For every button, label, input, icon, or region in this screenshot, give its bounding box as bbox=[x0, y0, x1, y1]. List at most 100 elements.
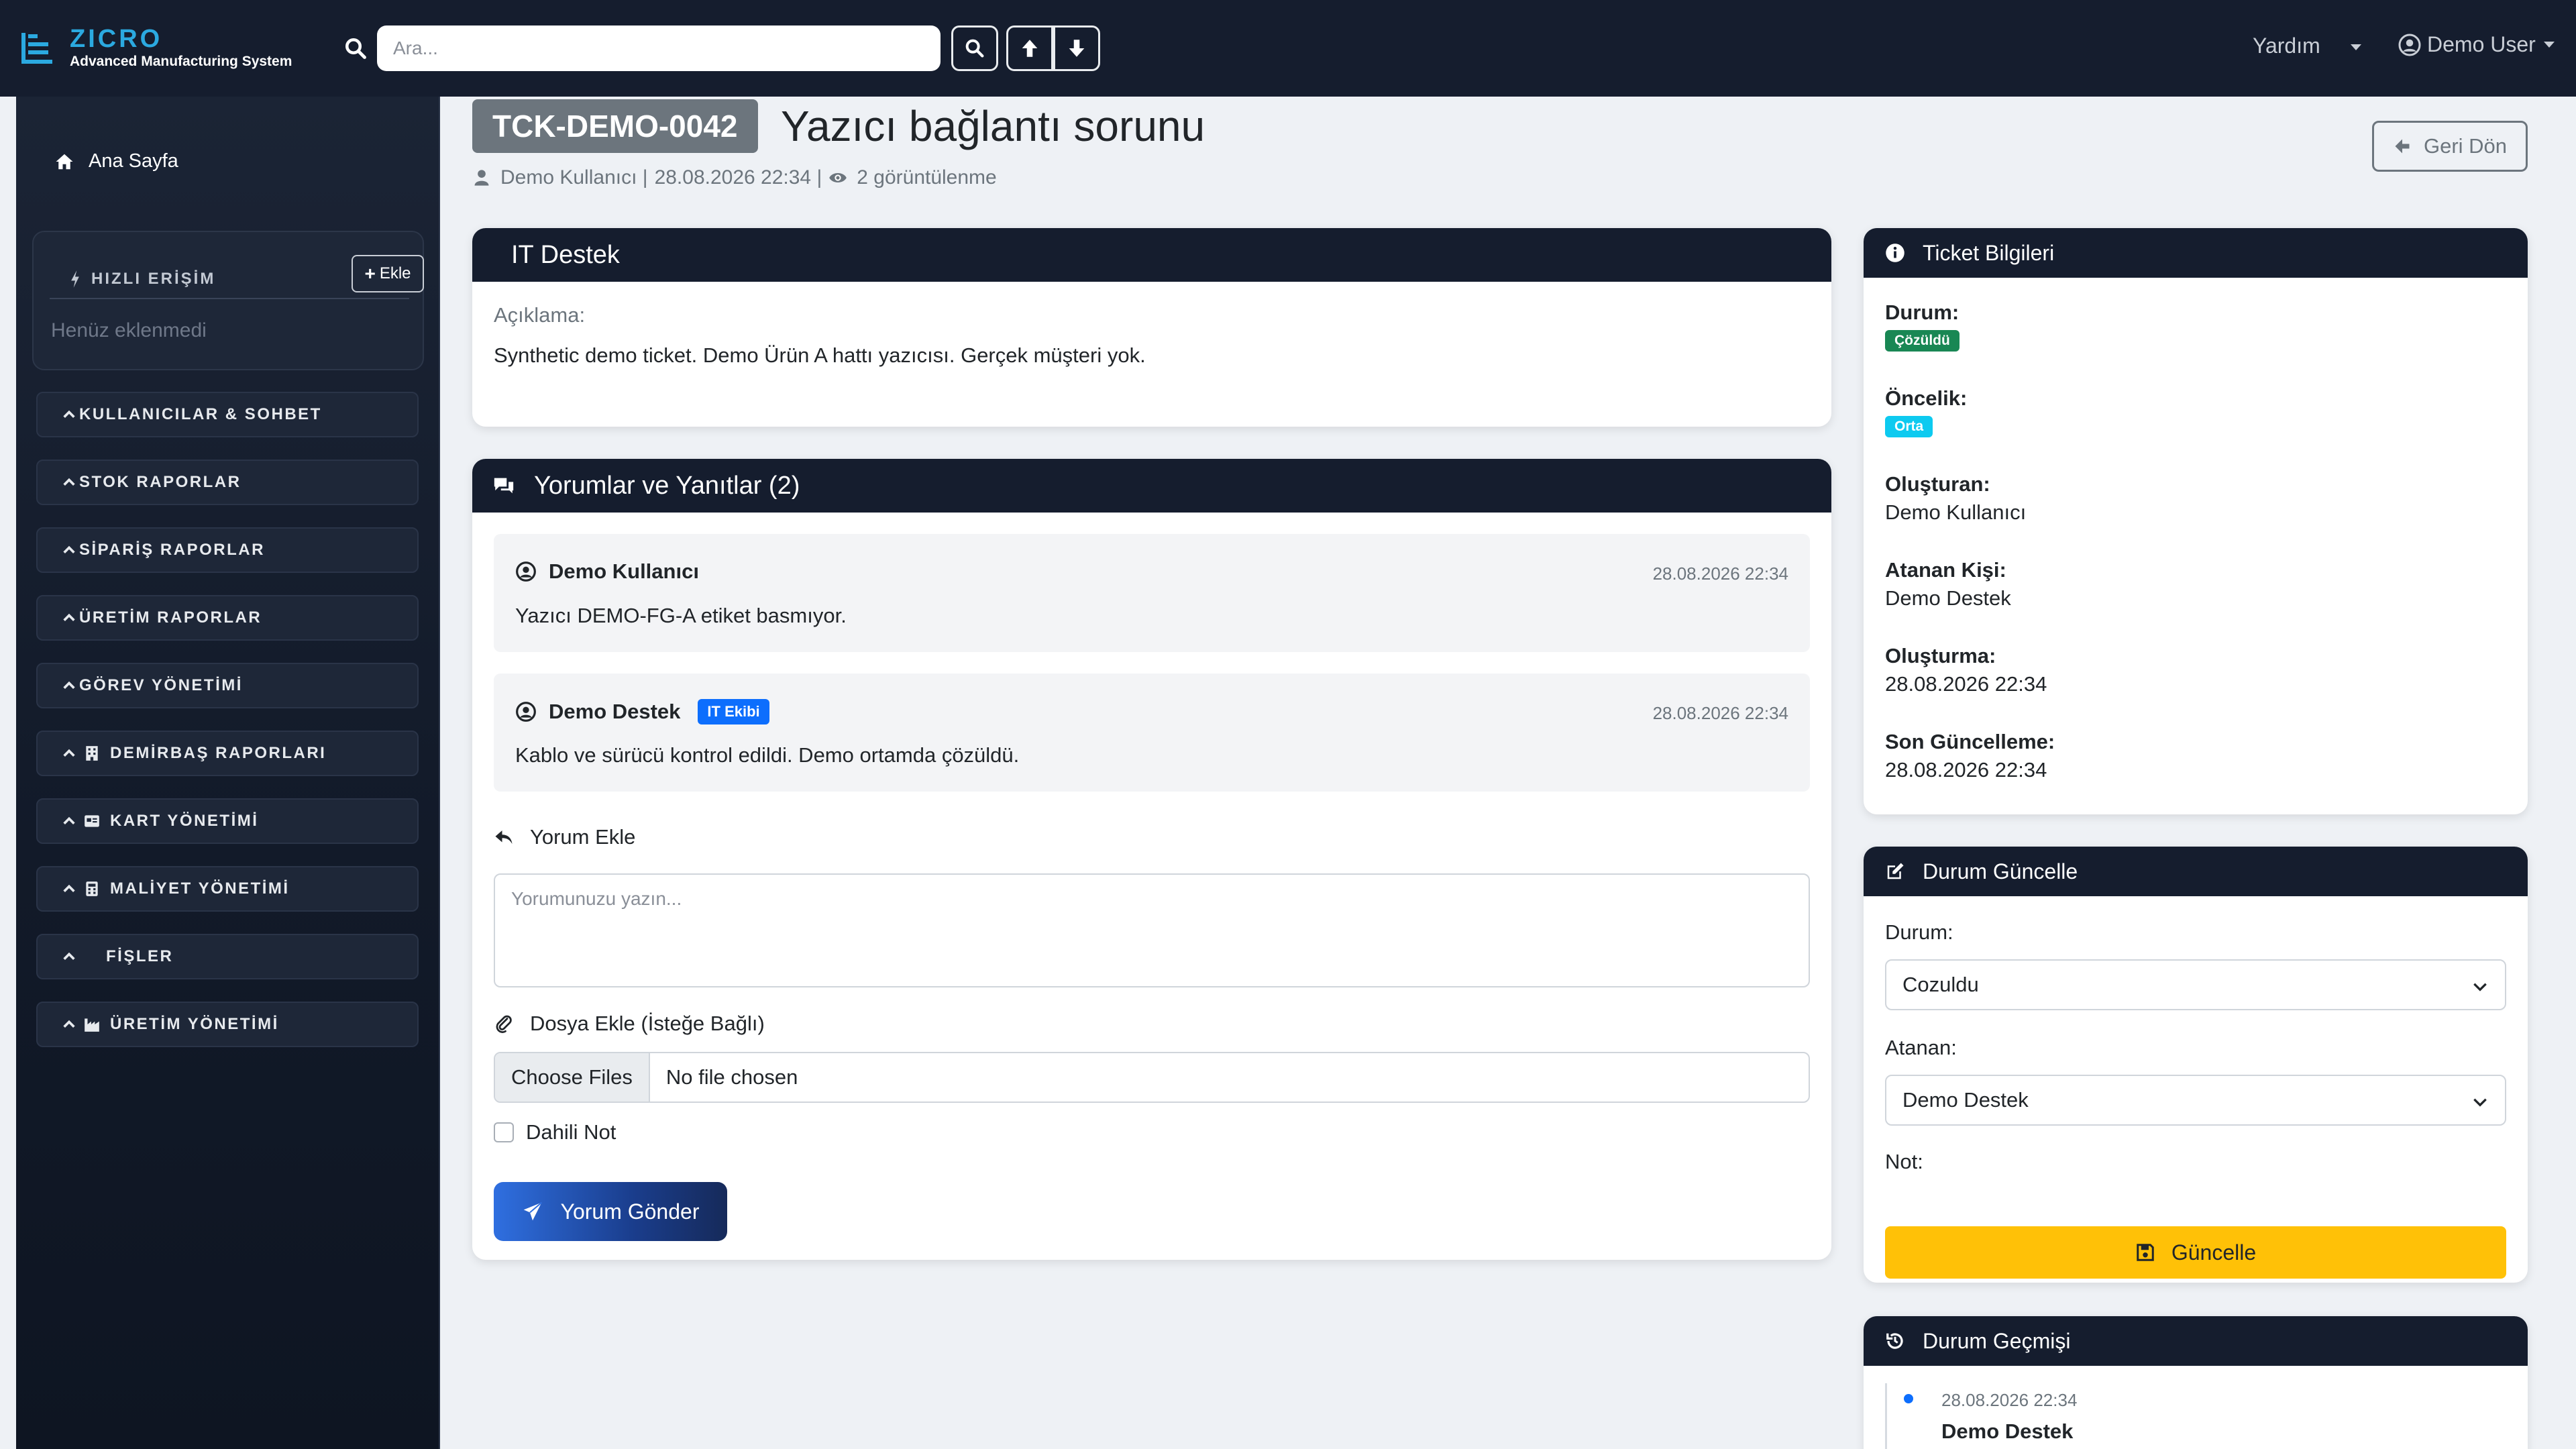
search-prev-button[interactable] bbox=[1006, 25, 1053, 71]
card-header-title: Yorumlar ve Yanıtlar (2) bbox=[534, 471, 800, 500]
ticket-views: 2 görüntülenme bbox=[857, 166, 997, 189]
info-creator: Oluşturan: Demo Kullanıcı bbox=[1885, 472, 2026, 525]
user-menu[interactable]: Demo User bbox=[2398, 32, 2555, 57]
quick-access-add-label: Ekle bbox=[379, 264, 411, 282]
sidebar-item-task-management[interactable]: GÖREV YÖNETİMİ bbox=[36, 663, 419, 708]
eye-icon bbox=[829, 173, 847, 182]
logo-icon bbox=[21, 33, 52, 64]
comments-card: Yorumlar ve Yanıtlar (2) Demo Kullanıcı … bbox=[472, 459, 1831, 1260]
calculator-icon bbox=[86, 881, 98, 896]
card-header-title: Ticket Bilgileri bbox=[1923, 240, 2055, 265]
team-badge: IT Ekibi bbox=[698, 699, 769, 724]
add-comment-title: Yorum Ekle bbox=[494, 825, 635, 849]
description-label: Açıklama: bbox=[494, 303, 586, 327]
back-button[interactable]: Geri Dön bbox=[2372, 121, 2528, 172]
save-icon bbox=[2137, 1244, 2154, 1261]
info-created: Oluşturma: 28.08.2026 22:34 bbox=[1885, 644, 2047, 696]
info-updated: Son Güncelleme: 28.08.2026 22:34 bbox=[1885, 730, 2055, 782]
info-circle-icon bbox=[1886, 244, 1904, 262]
status-badge: Çözüldü bbox=[1885, 330, 1960, 352]
sidebar-item-receipts[interactable]: FİŞLER bbox=[36, 934, 419, 979]
user-caret-icon bbox=[2543, 42, 2555, 48]
sidebar-item-order-reports[interactable]: SİPARİŞ RAPORLAR bbox=[36, 527, 419, 573]
comment-date: 28.08.2026 22:34 bbox=[1652, 703, 1788, 723]
checkbox[interactable] bbox=[494, 1122, 514, 1142]
sidebar-item-users-chat[interactable]: KULLANICILAR & SOHBET bbox=[36, 392, 419, 437]
chevron-up-icon bbox=[63, 749, 75, 757]
quick-access-empty: Henüz eklenmedi bbox=[51, 319, 207, 341]
quick-access-panel: HIZLI ERİŞİM + Ekle Henüz eklenmedi bbox=[32, 231, 424, 370]
sidebar-item-production-reports[interactable]: ÜRETİM RAPORLAR bbox=[36, 595, 419, 641]
back-button-label: Geri Dön bbox=[2423, 134, 2508, 158]
page-title: Yazıcı bağlantı sorunu bbox=[781, 102, 1205, 150]
assignee-select-label: Atanan: bbox=[1885, 1036, 1957, 1059]
ticket-id-badge: TCK-DEMO-0042 bbox=[472, 99, 758, 153]
info-status: Durum: Çözüldü bbox=[1885, 301, 1960, 352]
info-label: Oluşturma: bbox=[1885, 644, 1996, 667]
card-header: Ticket Bilgileri bbox=[1864, 228, 2528, 278]
file-input[interactable]: Choose Files No file chosen bbox=[494, 1052, 1810, 1103]
status-history-card: Durum Geçmişi 28.08.2026 22:34 Demo Dest… bbox=[1864, 1316, 2528, 1449]
sidebar-item-card-management[interactable]: KART YÖNETİMİ bbox=[36, 798, 419, 844]
file-attach-title-text: Dosya Ekle (İsteğe Bağlı) bbox=[530, 1012, 765, 1035]
edit-icon bbox=[1887, 863, 1904, 879]
card-icon bbox=[85, 815, 99, 827]
info-value: 28.08.2026 22:34 bbox=[1885, 758, 2047, 782]
factory-icon bbox=[85, 1018, 99, 1032]
comment-author: Demo Destek IT Ekibi bbox=[515, 699, 769, 724]
comment-item: Demo Destek IT Ekibi 28.08.2026 22:34 Ka… bbox=[494, 674, 1810, 792]
sidebar-item-stock-reports[interactable]: STOK RAPORLAR bbox=[36, 460, 419, 505]
logo-subtitle: Advanced Manufacturing System bbox=[70, 54, 292, 69]
comment-author-name: Demo Kullanıcı bbox=[549, 559, 699, 583]
logo-name: ZICRO bbox=[70, 25, 163, 53]
chevron-up-icon bbox=[63, 681, 75, 689]
info-priority: Öncelik: Orta bbox=[1885, 386, 1967, 437]
paperclip-icon bbox=[496, 1015, 512, 1033]
assignee-select-value: Demo Destek bbox=[1902, 1088, 2029, 1112]
note-label: Not: bbox=[1885, 1150, 1923, 1173]
sidebar-item-label: DEMİRBAŞ RAPORLARI bbox=[110, 744, 327, 762]
chevron-up-icon bbox=[63, 952, 75, 960]
arrow-up-icon bbox=[1022, 40, 1038, 57]
comment-author: Demo Kullanıcı bbox=[515, 559, 699, 584]
divider bbox=[50, 298, 409, 299]
status-select[interactable]: Cozuldu bbox=[1885, 959, 2506, 1010]
sidebar-item-label: ÜRETİM YÖNETİMİ bbox=[110, 1015, 279, 1033]
info-label: Son Güncelleme: bbox=[1885, 730, 2055, 753]
history-user: Demo Destek bbox=[1941, 1419, 2074, 1443]
sidebar-item-label: Ana Sayfa bbox=[89, 150, 178, 172]
search-button[interactable] bbox=[951, 25, 998, 71]
sidebar-item-cost-management[interactable]: MALİYET YÖNETİMİ bbox=[36, 866, 419, 912]
sidebar-item-label: MALİYET YÖNETİMİ bbox=[110, 879, 290, 898]
help-menu[interactable]: Yardım bbox=[2253, 34, 2320, 58]
plus-icon: + bbox=[364, 263, 376, 284]
choose-files-button[interactable]: Choose Files bbox=[495, 1053, 650, 1102]
comment-textarea[interactable] bbox=[494, 873, 1810, 987]
help-dropdown-caret-icon[interactable] bbox=[2351, 44, 2361, 50]
comments-icon bbox=[494, 478, 514, 494]
sidebar-item-home[interactable]: Ana Sayfa bbox=[54, 150, 178, 172]
ticket-meta: Demo Kullanıcı | 28.08.2026 22:34 | 2 gö… bbox=[472, 166, 1004, 189]
sidebar-item-production-management[interactable]: ÜRETİM YÖNETİMİ bbox=[36, 1002, 419, 1047]
app-logo[interactable]: ZICRO Advanced Manufacturing System bbox=[20, 25, 292, 71]
update-button[interactable]: Güncelle bbox=[1885, 1226, 2506, 1279]
reply-icon bbox=[495, 830, 513, 844]
card-header: Durum Geçmişi bbox=[1864, 1316, 2528, 1366]
description-text: Synthetic demo ticket. Demo Ürün A hattı… bbox=[494, 343, 1146, 367]
internal-note-checkbox[interactable]: Dahili Not bbox=[494, 1120, 616, 1144]
quick-access-add-button[interactable]: + Ekle bbox=[352, 255, 424, 292]
search-input[interactable] bbox=[377, 25, 941, 71]
history-date: 28.08.2026 22:34 bbox=[1941, 1390, 2078, 1410]
sidebar-item-asset-reports[interactable]: DEMİRBAŞ RAPORLARI bbox=[36, 731, 419, 776]
search-next-button[interactable] bbox=[1053, 25, 1100, 71]
assignee-select[interactable]: Demo Destek bbox=[1885, 1075, 2506, 1126]
quick-access-title-text: HIZLI ERİŞİM bbox=[91, 270, 216, 288]
comment-author-name: Demo Destek bbox=[549, 700, 681, 723]
sidebar-item-label: SİPARİŞ RAPORLAR bbox=[79, 541, 265, 559]
search-icon bbox=[965, 39, 984, 58]
send-comment-button[interactable]: Yorum Gönder bbox=[494, 1182, 727, 1241]
card-header-title: IT Destek bbox=[511, 240, 620, 269]
comment-text: Kablo ve sürücü kontrol edildi. Demo ort… bbox=[515, 743, 1020, 767]
ticket-detail-card: IT Destek Açıklama: Synthetic demo ticke… bbox=[472, 228, 1831, 427]
chevron-up-icon bbox=[63, 884, 75, 892]
